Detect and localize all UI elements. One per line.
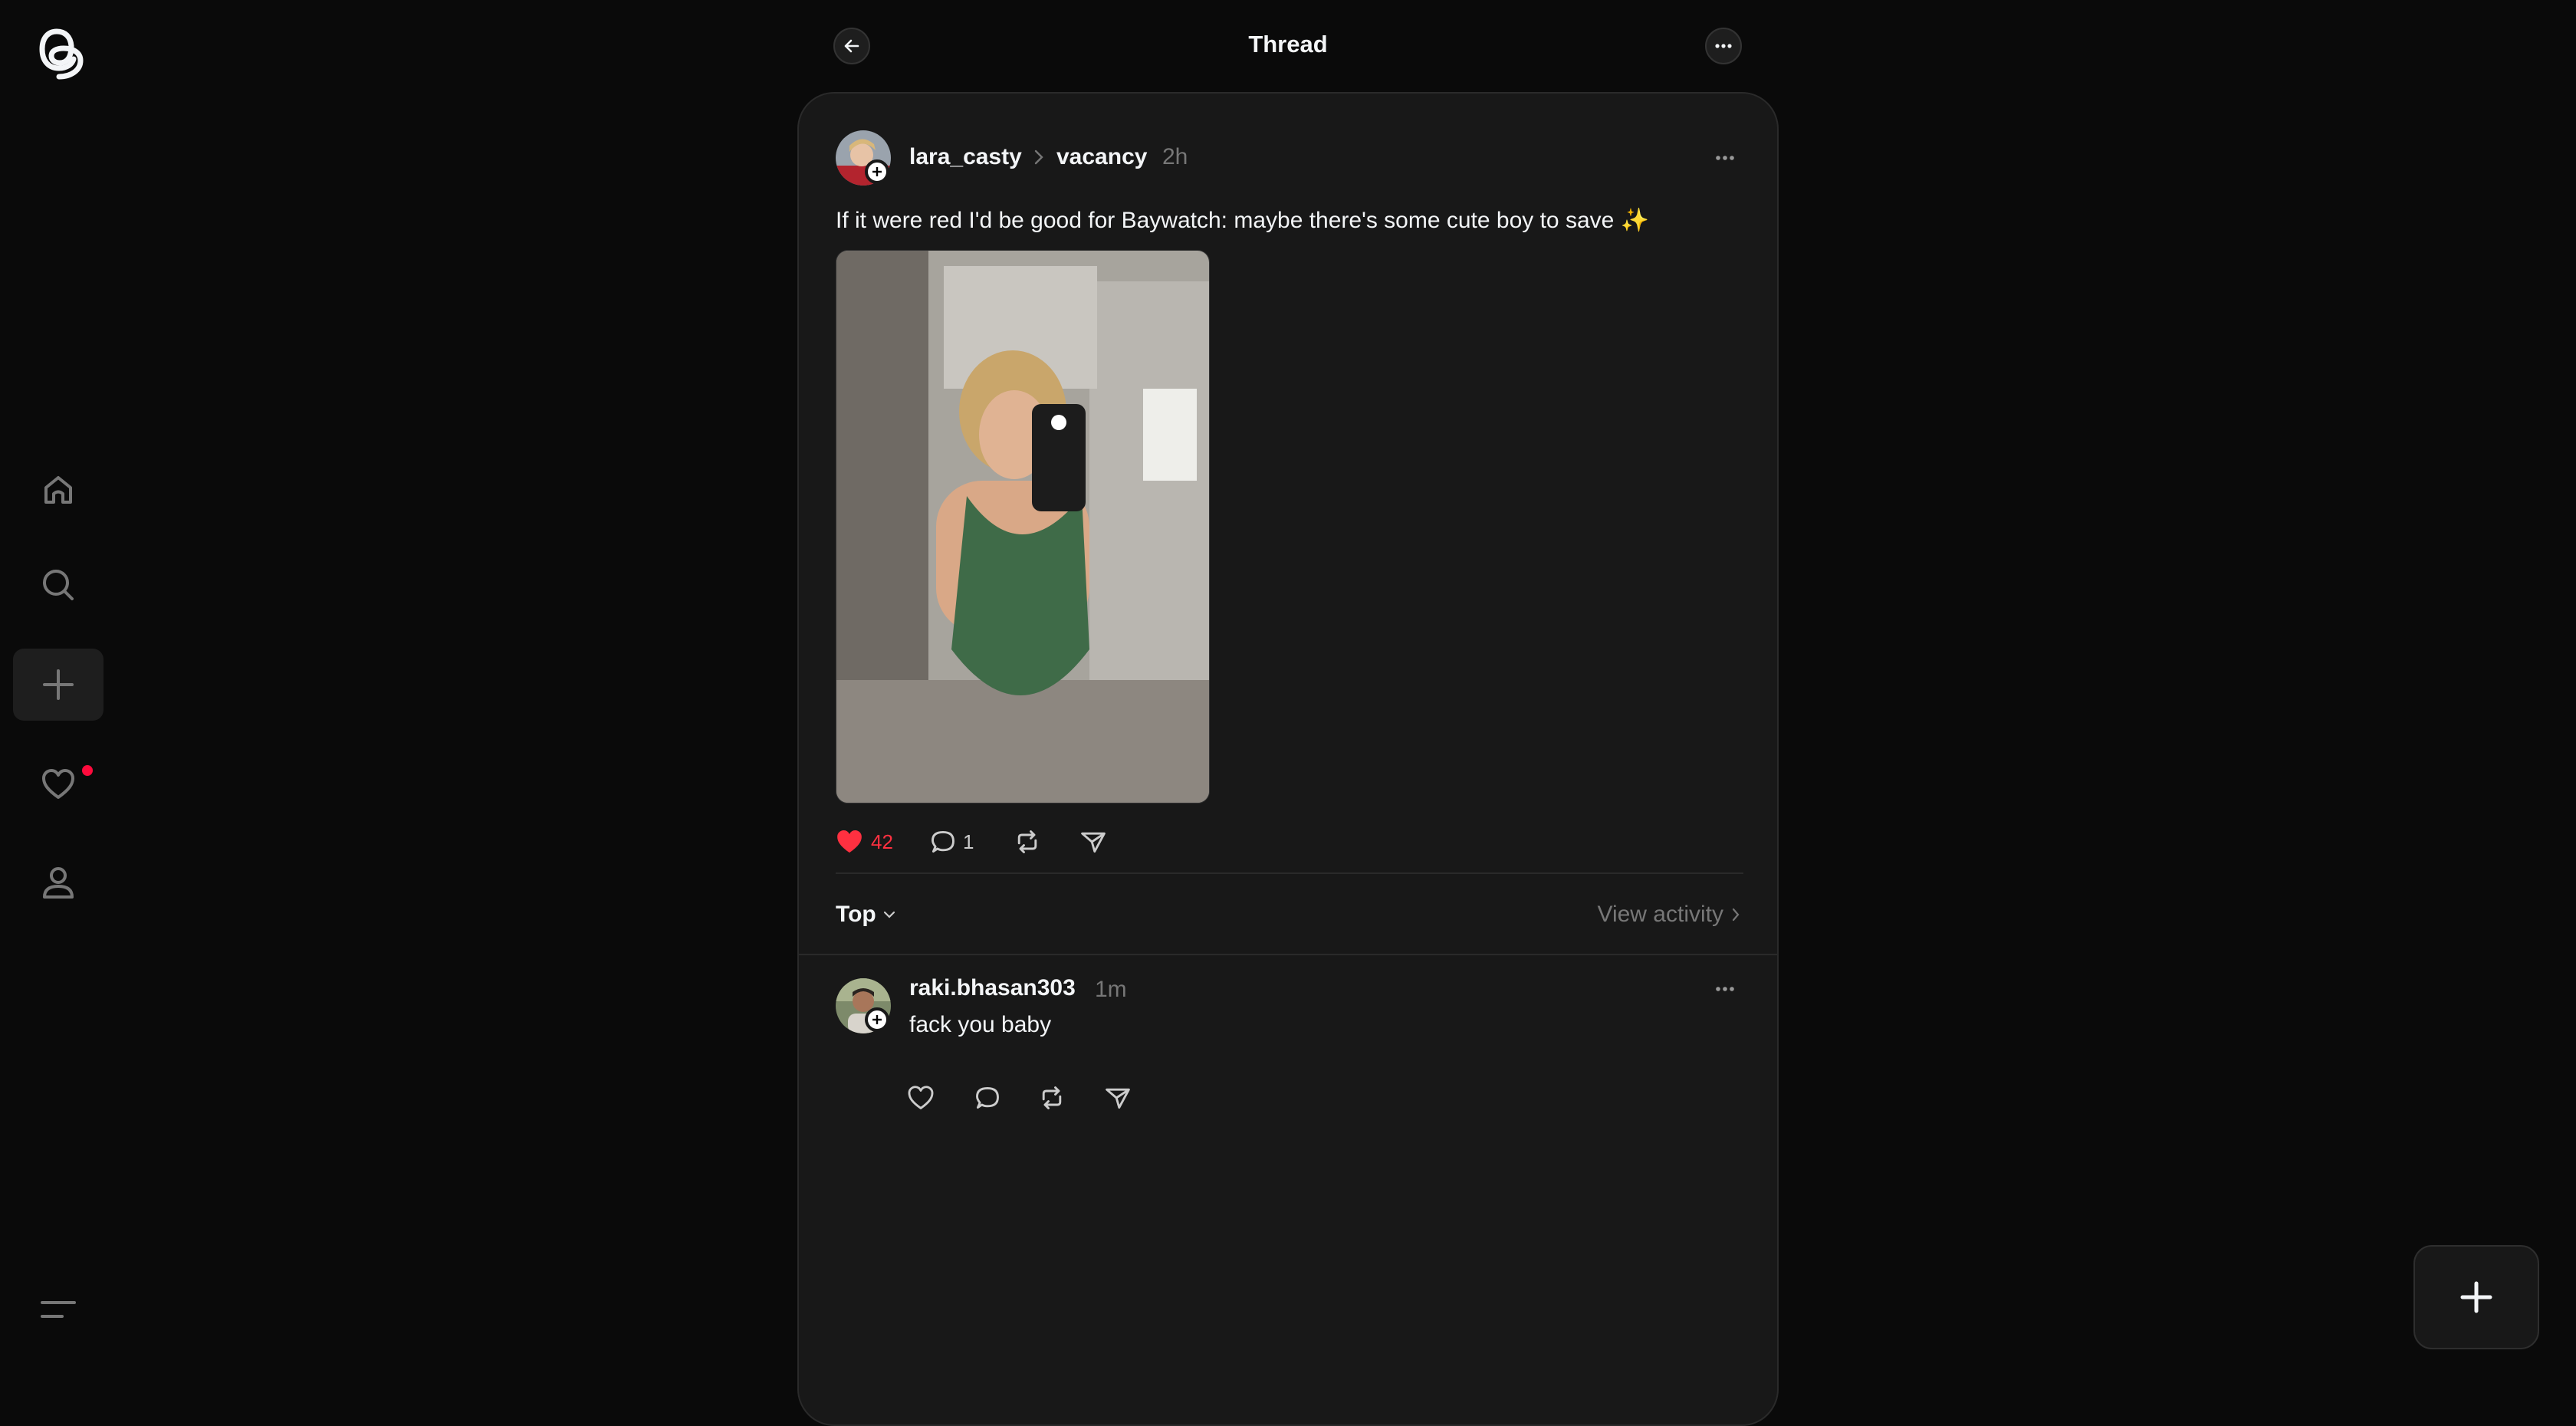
arrow-left-icon — [843, 37, 861, 55]
threads-logo-icon[interactable] — [30, 18, 86, 80]
new-thread-button[interactable] — [2413, 1245, 2539, 1349]
back-button[interactable] — [833, 28, 870, 64]
view-activity-link[interactable]: View activity — [1597, 902, 1740, 928]
reply-comment-button[interactable] — [974, 1079, 1001, 1116]
heart-icon — [906, 1083, 935, 1112]
nav-create[interactable] — [13, 649, 104, 721]
plus-icon — [41, 668, 75, 702]
repost-icon — [1038, 1084, 1066, 1112]
repost-icon — [1014, 828, 1041, 856]
sort-label: Top — [836, 902, 876, 927]
post-topic[interactable]: vacancy — [1056, 144, 1147, 170]
thread-column: lara_casty vacancy 2h If it were red I'd… — [797, 92, 1779, 1426]
like-count: 42 — [871, 830, 893, 853]
reply-share-button[interactable] — [1104, 1079, 1132, 1116]
comment-icon — [974, 1084, 1001, 1112]
reply-username[interactable]: raki.bhasan303 — [909, 975, 1076, 1001]
page-title: Thread — [1248, 31, 1328, 58]
post-timestamp: 2h — [1162, 144, 1188, 169]
like-button[interactable]: 42 — [834, 823, 893, 860]
profile-icon — [40, 864, 77, 901]
chevron-down-icon — [882, 910, 896, 919]
divider — [799, 954, 1777, 955]
post-username[interactable]: lara_casty — [909, 144, 1022, 170]
home-icon — [40, 472, 77, 508]
reply-button[interactable]: 1 — [929, 823, 974, 860]
reply-text: fack you baby — [909, 1012, 1052, 1037]
nav-search[interactable] — [13, 549, 104, 621]
reply-options-button[interactable] — [1708, 972, 1742, 1006]
heart-icon — [40, 766, 77, 803]
divider — [836, 872, 1743, 874]
nav-home[interactable] — [13, 454, 104, 526]
share-icon — [1079, 828, 1107, 856]
nav-activity[interactable] — [13, 748, 104, 820]
view-activity-label: View activity — [1597, 902, 1723, 927]
more-dots-icon — [1715, 986, 1735, 992]
menu-icon — [41, 1298, 76, 1321]
follow-plus-icon[interactable] — [865, 159, 889, 184]
plus-icon — [2459, 1280, 2493, 1314]
reply-repost-button[interactable] — [1038, 1079, 1066, 1116]
more-menu-button[interactable] — [31, 1288, 86, 1331]
nav-profile[interactable] — [13, 846, 104, 918]
repost-button[interactable] — [1014, 823, 1041, 860]
comment-icon — [929, 828, 957, 856]
reply-like-button[interactable] — [906, 1079, 935, 1116]
chevron-right-icon — [1033, 149, 1044, 166]
follow-plus-icon[interactable] — [865, 1007, 889, 1032]
post-options-button[interactable] — [1708, 141, 1742, 175]
search-icon — [40, 567, 77, 603]
notification-dot — [82, 765, 93, 776]
sidebar — [0, 0, 115, 1386]
more-dots-icon — [1715, 155, 1735, 161]
share-icon — [1104, 1084, 1132, 1112]
chevron-right-icon — [1731, 907, 1740, 922]
sort-dropdown[interactable]: Top — [836, 902, 896, 928]
reply-count: 1 — [963, 830, 974, 853]
reply-timestamp: 1m — [1095, 977, 1127, 1002]
post-image[interactable] — [836, 250, 1210, 803]
post-text: If it were red I'd be good for Baywatch:… — [836, 208, 1650, 233]
heart-filled-icon — [834, 826, 865, 857]
thread-options-button[interactable] — [1705, 28, 1742, 64]
share-button[interactable] — [1079, 823, 1107, 860]
more-dots-icon — [1714, 43, 1733, 49]
